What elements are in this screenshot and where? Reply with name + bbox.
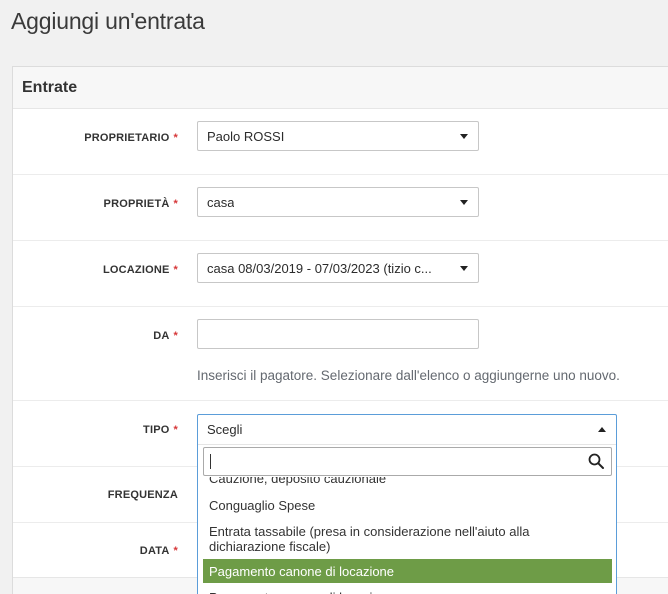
required-mark: * bbox=[173, 132, 178, 144]
tipo-select-head[interactable]: Scegli bbox=[198, 415, 616, 445]
da-input[interactable] bbox=[197, 319, 479, 349]
row-proprieta: PROPRIETÀ * casa bbox=[13, 175, 668, 241]
required-mark: * bbox=[173, 264, 178, 276]
chevron-up-icon bbox=[598, 427, 606, 432]
dropdown-option[interactable]: Pagamento canone di locazione bbox=[203, 583, 612, 594]
page-title: Aggiungi un'entrata bbox=[11, 8, 205, 34]
row-da: DA * Inserisci il pagatore. Selezionare d… bbox=[13, 307, 668, 401]
chevron-down-icon bbox=[460, 200, 468, 205]
locazione-value: casa 08/03/2019 - 07/03/2023 (tizio c... bbox=[207, 261, 432, 276]
proprieta-value: casa bbox=[207, 195, 235, 210]
label-tipo: TIPO * bbox=[143, 424, 178, 436]
tipo-select-open[interactable]: Scegli Cauzione, deposito cauzionale Con… bbox=[197, 414, 617, 594]
search-icon bbox=[588, 453, 604, 469]
required-mark: * bbox=[173, 330, 178, 342]
locazione-select[interactable]: casa 08/03/2019 - 07/03/2023 (tizio c... bbox=[197, 253, 479, 283]
label-data: DATA * bbox=[139, 545, 178, 557]
tipo-value: Scegli bbox=[207, 422, 243, 437]
dropdown-option-highlighted[interactable]: Pagamento canone di locazione bbox=[203, 559, 612, 583]
chevron-down-icon bbox=[460, 134, 468, 139]
required-mark: * bbox=[173, 424, 178, 436]
dropdown-option[interactable]: Entrata tassabile (presa in considerazio… bbox=[203, 520, 612, 559]
row-locazione: LOCAZIONE * casa 08/03/2019 - 07/03/2023 … bbox=[13, 241, 668, 307]
label-proprietario: PROPRIETARIO * bbox=[84, 132, 178, 144]
text-caret bbox=[210, 454, 211, 469]
dropdown-option[interactable]: Cauzione, deposito cauzionale bbox=[203, 477, 612, 490]
label-locazione: LOCAZIONE * bbox=[102, 264, 178, 276]
row-proprietario: PROPRIETARIO * Paolo ROSSI bbox=[13, 109, 668, 175]
label-proprieta: PROPRIETÀ * bbox=[103, 198, 178, 210]
required-mark: * bbox=[173, 545, 178, 557]
proprietario-select[interactable]: Paolo ROSSI bbox=[197, 121, 479, 151]
dropdown-option[interactable]: Conguaglio Spese bbox=[203, 490, 612, 520]
label-da: DA * bbox=[153, 330, 178, 342]
proprietario-value: Paolo ROSSI bbox=[207, 129, 285, 144]
da-hint: Inserisci il pagatore. Selezionare dall'… bbox=[197, 368, 620, 383]
dropdown-search[interactable] bbox=[203, 447, 612, 476]
label-frequenza: FREQUENZA bbox=[107, 489, 178, 501]
panel-title: Entrate bbox=[13, 67, 668, 109]
chevron-down-icon bbox=[460, 266, 468, 271]
dropdown-options: Cauzione, deposito cauzionale Conguaglio… bbox=[203, 477, 612, 594]
proprieta-select[interactable]: casa bbox=[197, 187, 479, 217]
required-mark: * bbox=[173, 198, 178, 210]
